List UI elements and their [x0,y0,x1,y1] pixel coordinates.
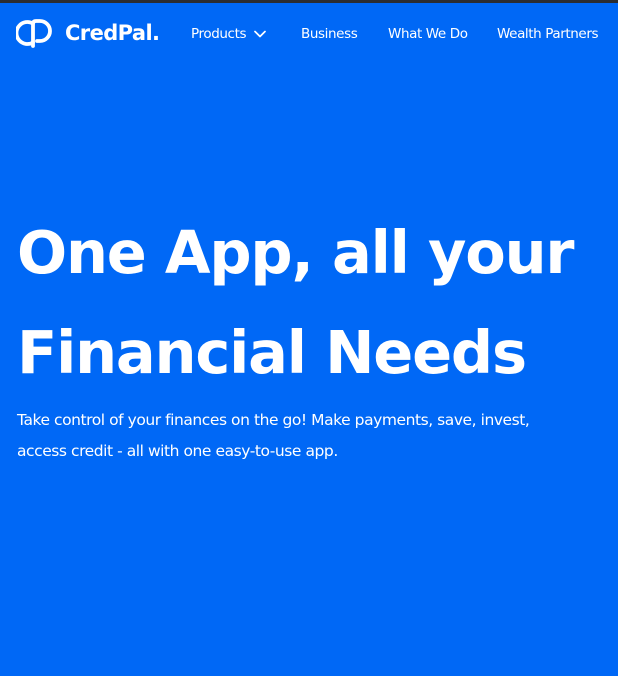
nav-what-we-do-label: What We Do [388,26,468,42]
browser-top-strip [0,0,618,3]
nav-business[interactable]: Business [301,24,358,44]
nav-business-label: Business [301,26,358,42]
cp-monogram-icon [16,16,60,50]
nav-wealth-partners-label: Wealth Partners [497,26,599,42]
brand-name: CredPal. [65,21,160,45]
hero-subtitle: Take control of your finances on the go!… [17,405,530,467]
nav-what-we-do[interactable]: What We Do [388,24,468,44]
nav-products-label: Products [191,26,247,42]
hero-title-line-1: One App, all your [17,218,574,287]
hero-title: One App, all your Financial Needs [17,203,574,403]
chevron-down-icon [254,24,266,44]
hero-title-line-2: Financial Needs [17,318,527,387]
hero-subtitle-line-1: Take control of your finances on the go!… [17,411,530,429]
hero-subtitle-line-2: access credit - all with one easy-to-use… [17,442,338,460]
nav-products[interactable]: Products [191,24,266,44]
brand-logo-link[interactable]: CredPal. [16,16,160,50]
nav-wealth-partners[interactable]: Wealth Partners [497,24,599,44]
